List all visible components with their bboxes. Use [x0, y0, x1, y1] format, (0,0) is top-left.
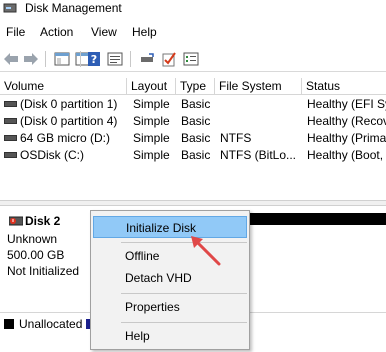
help-icon[interactable]: ?	[85, 50, 103, 68]
legend-unallocated: Unallocated	[19, 317, 83, 331]
volume-name: (Disk 0 partition 1)	[20, 97, 118, 111]
svg-text:?: ?	[91, 53, 97, 66]
volume-list-header: Volume Layout Type File System Status	[0, 78, 386, 95]
disk-warning-icon	[9, 216, 23, 226]
forward-icon[interactable]	[22, 50, 40, 68]
table-row[interactable]: (Disk 0 partition 1) Simple Basic Health…	[0, 96, 386, 113]
menu-item-help[interactable]: Help	[93, 325, 247, 347]
volume-icon	[4, 134, 17, 141]
volume-name: OSDisk (C:)	[20, 148, 84, 162]
volume-file-system: NTFS	[220, 131, 252, 145]
menu-bar: File Action View Help	[0, 24, 386, 42]
volume-name: (Disk 0 partition 4)	[20, 114, 118, 128]
toolbar-separator	[130, 51, 131, 67]
volume-status: Healthy (Prima	[307, 131, 386, 145]
column-layout[interactable]: Layout	[127, 78, 176, 95]
volume-icon	[4, 100, 17, 107]
toolbar-separator	[80, 51, 81, 67]
volume-type: Basic	[181, 114, 211, 128]
volume-status: Healthy (Boot,	[307, 148, 384, 162]
table-row[interactable]: OSDisk (C:) Simple Basic NTFS (BitLo... …	[0, 147, 386, 164]
check-icon[interactable]	[160, 50, 178, 68]
back-icon[interactable]	[2, 50, 20, 68]
disk-kind: Unknown	[7, 232, 58, 246]
title-bar: Disk Management	[0, 0, 386, 18]
disk-management-icon	[3, 3, 17, 13]
toolbar: ?	[0, 46, 386, 72]
column-status[interactable]: Status	[302, 78, 386, 95]
menu-action[interactable]: Action	[40, 25, 73, 39]
volume-layout: Simple	[133, 148, 170, 162]
volume-name: 64 GB micro (D:)	[20, 131, 111, 145]
annotation-arrow-icon	[191, 236, 221, 266]
disk-state: Not Initialized	[7, 264, 80, 278]
volume-file-system: NTFS (BitLo...	[220, 148, 297, 162]
context-menu: Initialize Disk Offline Detach VHD Prope…	[90, 210, 250, 350]
menu-separator	[121, 322, 247, 323]
properties-icon[interactable]	[106, 50, 124, 68]
table-row[interactable]: 64 GB micro (D:) Simple Basic NTFS Healt…	[0, 130, 386, 147]
menu-item-detach-vhd[interactable]: Detach VHD	[93, 267, 247, 289]
disk-name: Disk 2	[25, 214, 61, 228]
volume-type: Basic	[181, 97, 211, 111]
console-tree-icon[interactable]	[53, 50, 71, 68]
column-volume[interactable]: Volume	[0, 78, 127, 95]
connect-icon[interactable]	[138, 50, 156, 68]
rescan-icon[interactable]	[182, 50, 200, 68]
volume-type: Basic	[181, 131, 211, 145]
volume-status: Healthy (Recov	[307, 114, 386, 128]
column-type[interactable]: Type	[176, 78, 215, 95]
menu-item-properties[interactable]: Properties	[93, 296, 247, 318]
unallocated-bar[interactable]	[238, 213, 386, 225]
menu-separator	[121, 293, 247, 294]
pane-splitter[interactable]	[0, 200, 386, 206]
volume-layout: Simple	[133, 131, 170, 145]
disk-info[interactable]: Disk 2 Unknown 500.00 GB Not Initialized	[0, 212, 92, 308]
table-row[interactable]: (Disk 0 partition 4) Simple Basic Health…	[0, 113, 386, 130]
menu-view[interactable]: View	[91, 25, 117, 39]
volume-icon	[4, 151, 17, 158]
column-file-system[interactable]: File System	[215, 78, 302, 95]
unallocated-swatch	[4, 319, 14, 329]
volume-type: Basic	[181, 148, 211, 162]
menu-help[interactable]: Help	[132, 25, 157, 39]
window-title: Disk Management	[25, 1, 122, 15]
disk-size: 500.00 GB	[7, 248, 65, 262]
volume-layout: Simple	[133, 114, 170, 128]
volume-layout: Simple	[133, 97, 170, 111]
menu-file[interactable]: File	[6, 25, 25, 39]
volume-icon	[4, 117, 17, 124]
volume-status: Healthy (EFI Sys	[307, 97, 386, 111]
toolbar-separator	[45, 51, 46, 67]
menu-separator	[121, 242, 247, 243]
